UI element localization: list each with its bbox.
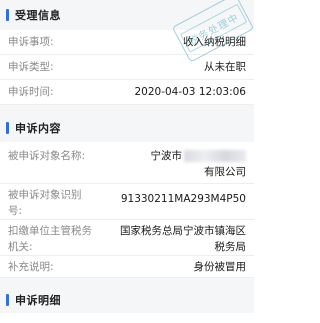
- value-complaint-type: 从未在职: [204, 61, 246, 73]
- section-title-content: 申诉内容: [15, 122, 61, 135]
- label-tax-authority: 扣缴单位主管税务 机关:: [8, 223, 92, 255]
- label-target-id: 被申诉对象识别 号:: [8, 187, 82, 219]
- row-complaint-item: 申诉事项: 收入纳税明细: [0, 30, 254, 55]
- target-name-suffix: 有限公司: [204, 166, 246, 178]
- value-complaint-time: 2020-04-03 12:03:06: [134, 86, 246, 98]
- section-accent-bar: [6, 293, 9, 306]
- row-tax-authority: 扣缴单位主管税务 机关: 国家税务总局宁波市镇海区 税务局: [0, 220, 254, 256]
- section-header-handling: 受理信息: [0, 0, 254, 30]
- label-target-id-line1: 被申诉对象识别: [8, 189, 82, 201]
- label-remark: 补充说明:: [8, 260, 54, 273]
- row-remark: 补充说明: 身份被冒用: [0, 256, 254, 278]
- value-tax-authority-line2: 税务局: [214, 241, 247, 253]
- row-target-id: 被申诉对象识别 号: 91330211MA293M4P50: [0, 184, 254, 220]
- label-target-name: 被申诉对象名称:: [8, 150, 86, 162]
- section-header-detail: 申诉明细: [0, 286, 254, 313]
- target-name-prefix: 宁波市: [150, 150, 183, 162]
- label-tax-authority-line2: 机关:: [8, 241, 33, 253]
- label-complaint-item: 申诉事项:: [8, 36, 54, 48]
- redacted-text: [184, 150, 246, 162]
- value-tax-authority-line1: 国家税务总局宁波市镇海区: [120, 225, 246, 237]
- section-gap: [0, 278, 254, 286]
- section-header-content: 申诉内容: [0, 114, 254, 142]
- value-target-name: 宁波市 有限公司: [150, 148, 246, 180]
- label-complaint-time: 申诉时间:: [8, 86, 54, 98]
- section-title-handling: 受理信息: [15, 9, 61, 22]
- label-complaint-type: 申诉类型:: [8, 61, 54, 73]
- row-complaint-type: 申诉类型: 从未在职: [0, 55, 254, 80]
- section-accent-bar: [6, 122, 9, 134]
- section-title-detail: 申诉明细: [15, 293, 61, 307]
- value-target-id: 91330211MA293M4P50: [120, 193, 246, 205]
- row-target-name: 被申诉对象名称: 宁波市 有限公司: [0, 142, 254, 184]
- value-remark: 身份被冒用: [193, 260, 247, 273]
- label-target-id-line2: 号:: [8, 205, 23, 217]
- section-accent-bar: [6, 9, 9, 21]
- value-complaint-item: 收入纳税明细: [183, 36, 246, 48]
- label-tax-authority-line1: 扣缴单位主管税务: [8, 225, 92, 237]
- section-gap: [0, 105, 254, 114]
- value-tax-authority: 国家税务总局宁波市镇海区 税务局: [120, 223, 246, 255]
- row-complaint-time: 申诉时间: 2020-04-03 12:03:06: [0, 80, 254, 105]
